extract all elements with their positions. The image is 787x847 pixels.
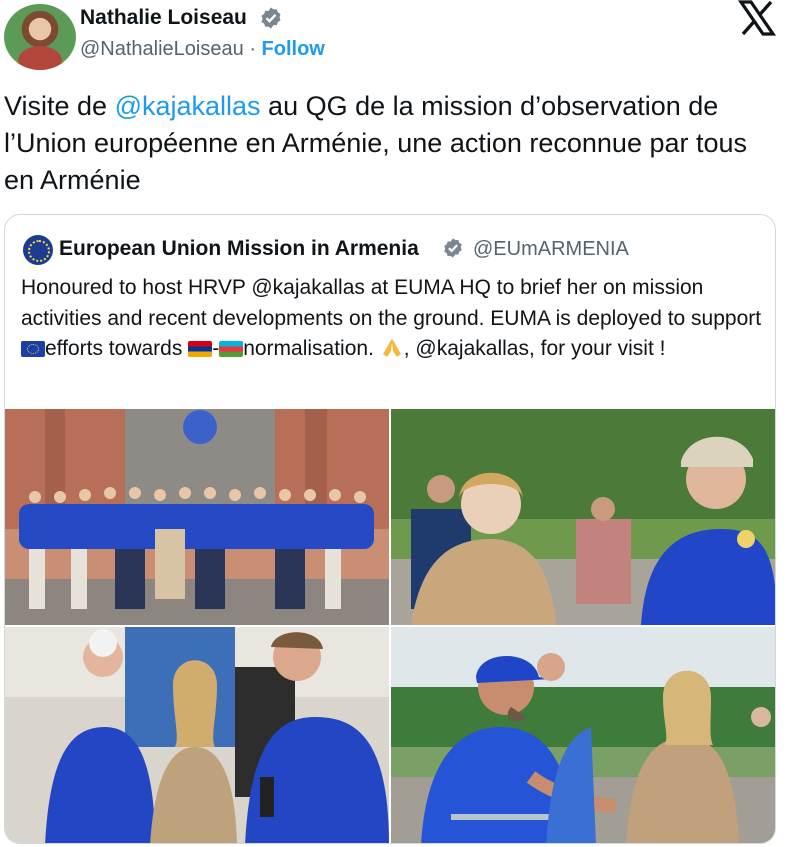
quoted-avatar[interactable]	[23, 235, 53, 265]
author-handle[interactable]: @NathalieLoiseau	[80, 38, 244, 60]
azerbaijan-flag-icon	[219, 341, 244, 357]
armenia-flag-icon	[188, 341, 213, 357]
folded-hands-icon	[382, 339, 401, 357]
follow-button[interactable]: Follow	[262, 38, 325, 60]
author-name[interactable]: Nathalie Loiseau	[80, 6, 247, 30]
mention-link[interactable]: @kajakallas	[115, 91, 261, 121]
tweet-header: Nathalie Loiseau @NathalieLoiseau · Foll…	[0, 0, 787, 76]
eu-flag-icon	[21, 341, 45, 357]
quoted-author-handle[interactable]: @EUmARMENIA	[473, 238, 629, 261]
quoted-text-3: -	[212, 337, 220, 360]
author-handle-row: @NathalieLoiseau · Follow	[80, 38, 325, 61]
verified-badge-icon	[261, 7, 281, 29]
quoted-text-2: efforts towards	[45, 337, 189, 360]
quoted-tweet-card[interactable]: European Union Mission in Armenia @EUmAR…	[4, 214, 776, 844]
tweet-text: Visite de @kajakallas au QG de la missio…	[4, 88, 779, 199]
photo-briefing[interactable]	[5, 627, 389, 843]
photo-group-hq[interactable]	[5, 409, 389, 625]
quoted-author-name[interactable]: European Union Mission in Armenia	[59, 237, 419, 261]
verified-badge-icon	[444, 238, 462, 258]
quoted-text-1: Honoured to host HRVP @kajakallas at EUM…	[21, 276, 762, 330]
quoted-text-4: normalisation.	[243, 337, 380, 360]
photo-arrival[interactable]	[391, 409, 775, 625]
author-avatar[interactable]	[4, 4, 76, 70]
quoted-text-5: , @kajakallas, for your visit !	[403, 337, 666, 360]
tweet-text-part1: Visite de	[4, 91, 115, 121]
x-logo-icon[interactable]	[738, 0, 776, 36]
separator-dot: ·	[249, 38, 256, 60]
photo-handshake[interactable]	[391, 627, 775, 843]
quoted-tweet-text: Honoured to host HRVP @kajakallas at EUM…	[21, 273, 766, 365]
